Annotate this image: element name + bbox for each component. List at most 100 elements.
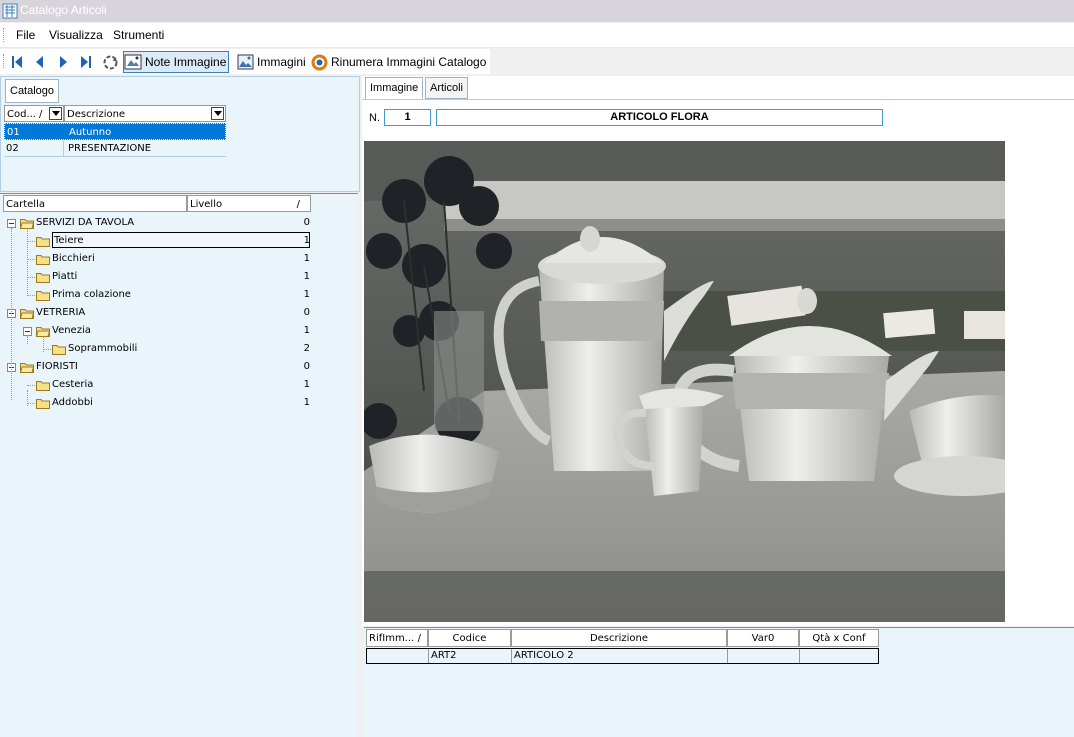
tree-node[interactable]: Cesteria 1 bbox=[0, 376, 330, 394]
sort-indicator: / bbox=[417, 633, 421, 644]
tree-connector bbox=[11, 228, 12, 400]
folder-icon bbox=[20, 309, 34, 319]
tree-node-label: Cesteria bbox=[52, 379, 94, 390]
tree-node[interactable]: Addobbi 1 bbox=[0, 394, 330, 412]
tree-node[interactable]: Soprammobili 2 bbox=[0, 340, 330, 358]
articles-col-var0[interactable]: Var0 bbox=[727, 629, 799, 647]
catalog-code: 01 bbox=[7, 127, 20, 138]
tree-node[interactable]: Prima colazione 1 bbox=[0, 286, 330, 304]
immagini-label: Immagini bbox=[257, 55, 306, 69]
previous-record-icon bbox=[36, 56, 43, 68]
tree-node-label: Soprammobili bbox=[68, 343, 138, 354]
title-bar: Catalogo Articoli bbox=[0, 0, 1074, 22]
renumber-icon bbox=[311, 54, 328, 70]
previous-record-button[interactable] bbox=[33, 52, 47, 72]
tree-node-level: 0 bbox=[303, 217, 310, 228]
folder-icon bbox=[20, 363, 34, 373]
catalog-col-descrizione[interactable]: Descrizione bbox=[64, 105, 226, 122]
tree-node-label: Piatti bbox=[52, 271, 78, 282]
chevron-down-icon[interactable] bbox=[211, 107, 224, 120]
refresh-icon bbox=[103, 55, 118, 69]
refresh-button[interactable] bbox=[102, 52, 119, 72]
catalog-row[interactable]: 01 Autunno bbox=[4, 123, 226, 140]
tree-node-label: FIORISTI bbox=[36, 361, 78, 372]
tree-col-cartella[interactable]: Cartella bbox=[3, 195, 187, 212]
teapot-photo-image bbox=[364, 141, 1005, 622]
tree-connector bbox=[27, 390, 28, 406]
folder-icon bbox=[36, 399, 50, 409]
catalog-panel: Catalogo Cod... / Descrizione 01 Autunno… bbox=[0, 76, 360, 192]
toolbar: Note Immagine Immagini Rinumera Immagini… bbox=[0, 49, 490, 74]
tree-node-level: 0 bbox=[303, 361, 310, 372]
tree-node[interactable]: Teiere 1 bbox=[0, 232, 330, 250]
catalog-col-descrizione-label: Descrizione bbox=[67, 109, 126, 120]
tab-articoli[interactable]: Articoli bbox=[425, 77, 469, 99]
tab-catalogo[interactable]: Catalogo bbox=[5, 79, 60, 103]
immagini-button[interactable]: Immagini bbox=[237, 52, 306, 72]
menu-visualizza[interactable]: Visualizza bbox=[49, 28, 103, 42]
folder-icon bbox=[36, 273, 50, 283]
tree-node-level: 1 bbox=[303, 379, 310, 390]
note-image-icon bbox=[124, 54, 142, 70]
articles-codice: ART2 bbox=[429, 649, 512, 663]
tree-node[interactable]: Piatti 1 bbox=[0, 268, 330, 286]
menu-bar: File Visualizza Strumenti bbox=[0, 23, 1074, 48]
catalog-col-code-label: Cod... bbox=[7, 109, 36, 120]
first-record-button[interactable] bbox=[10, 52, 24, 72]
menu-grip bbox=[3, 28, 6, 42]
articles-col-rifimm-label: RifImm... bbox=[369, 633, 415, 644]
chevron-down-icon[interactable] bbox=[49, 107, 62, 120]
image-number-field[interactable]: 1 bbox=[384, 109, 431, 126]
tree-node-level: 1 bbox=[303, 325, 310, 336]
articles-col-codice[interactable]: Codice bbox=[428, 629, 511, 647]
tree-node[interactable]: FIORISTI 0 bbox=[0, 358, 330, 376]
articles-var0 bbox=[728, 649, 800, 663]
tab-immagine[interactable]: Immagine bbox=[365, 77, 424, 99]
window-title: Catalogo Articoli bbox=[20, 3, 107, 17]
tree-col-livello[interactable]: Livello / bbox=[187, 195, 311, 212]
first-record-icon bbox=[12, 56, 22, 68]
n-label: N. bbox=[369, 112, 380, 124]
tree-node-label: Venezia bbox=[52, 325, 91, 336]
articles-col-qta[interactable]: Qtà x Conf bbox=[799, 629, 879, 647]
tree-node-level: 1 bbox=[303, 289, 310, 300]
tree-node-level: 1 bbox=[303, 235, 310, 246]
sort-indicator: / bbox=[296, 199, 300, 210]
catalog-row[interactable]: 02 PRESENTAZIONE bbox=[4, 140, 226, 157]
tree-node-label: Teiere bbox=[52, 232, 310, 248]
tree-node-level: 0 bbox=[303, 307, 310, 318]
image-title-field[interactable]: ARTICOLO FLORA bbox=[436, 109, 883, 126]
menu-strumenti[interactable]: Strumenti bbox=[113, 28, 164, 42]
rinumera-button[interactable]: Rinumera Immagini Catalogo bbox=[311, 52, 486, 72]
note-immagine-button[interactable]: Note Immagine bbox=[123, 51, 230, 73]
next-record-button[interactable] bbox=[56, 52, 70, 72]
tree-connector bbox=[27, 336, 28, 344]
articles-col-rifimm[interactable]: RifImm... / bbox=[366, 629, 428, 647]
table-row[interactable]: ART2 ARTICOLO 2 bbox=[366, 648, 879, 664]
collapse-icon[interactable] bbox=[23, 327, 32, 336]
next-record-icon bbox=[60, 56, 67, 68]
menu-file[interactable]: File bbox=[16, 28, 35, 42]
tree-node-label: Bicchieri bbox=[52, 253, 95, 264]
articles-rif bbox=[367, 649, 429, 663]
folder-icon bbox=[52, 345, 66, 355]
last-record-button[interactable] bbox=[79, 52, 93, 72]
tree-node[interactable]: VETRERIA 0 bbox=[0, 304, 330, 322]
catalog-desc: PRESENTAZIONE bbox=[68, 143, 152, 154]
tree-node-level: 1 bbox=[303, 271, 310, 282]
toolbar-grip bbox=[3, 54, 6, 68]
tree-node-label: SERVIZI DA TAVOLA bbox=[36, 217, 135, 228]
app-icon bbox=[2, 3, 18, 19]
catalog-photo bbox=[364, 141, 1005, 622]
tree-node[interactable]: Bicchieri 1 bbox=[0, 250, 330, 268]
articles-grid: RifImm... / Codice Descrizione Var0 Qtà … bbox=[364, 627, 1074, 737]
tree-node[interactable]: Venezia 1 bbox=[0, 322, 330, 340]
collapse-icon[interactable] bbox=[7, 219, 16, 228]
note-immagine-label: Note Immagine bbox=[145, 55, 227, 69]
catalog-desc: Autunno bbox=[69, 127, 112, 138]
sort-indicator: / bbox=[39, 109, 43, 120]
tree-node[interactable]: SERVIZI DA TAVOLA 0 bbox=[0, 214, 330, 232]
tree-node-label: VETRERIA bbox=[36, 307, 86, 318]
articles-col-descrizione[interactable]: Descrizione bbox=[511, 629, 727, 647]
catalog-col-code[interactable]: Cod... / bbox=[4, 105, 64, 122]
